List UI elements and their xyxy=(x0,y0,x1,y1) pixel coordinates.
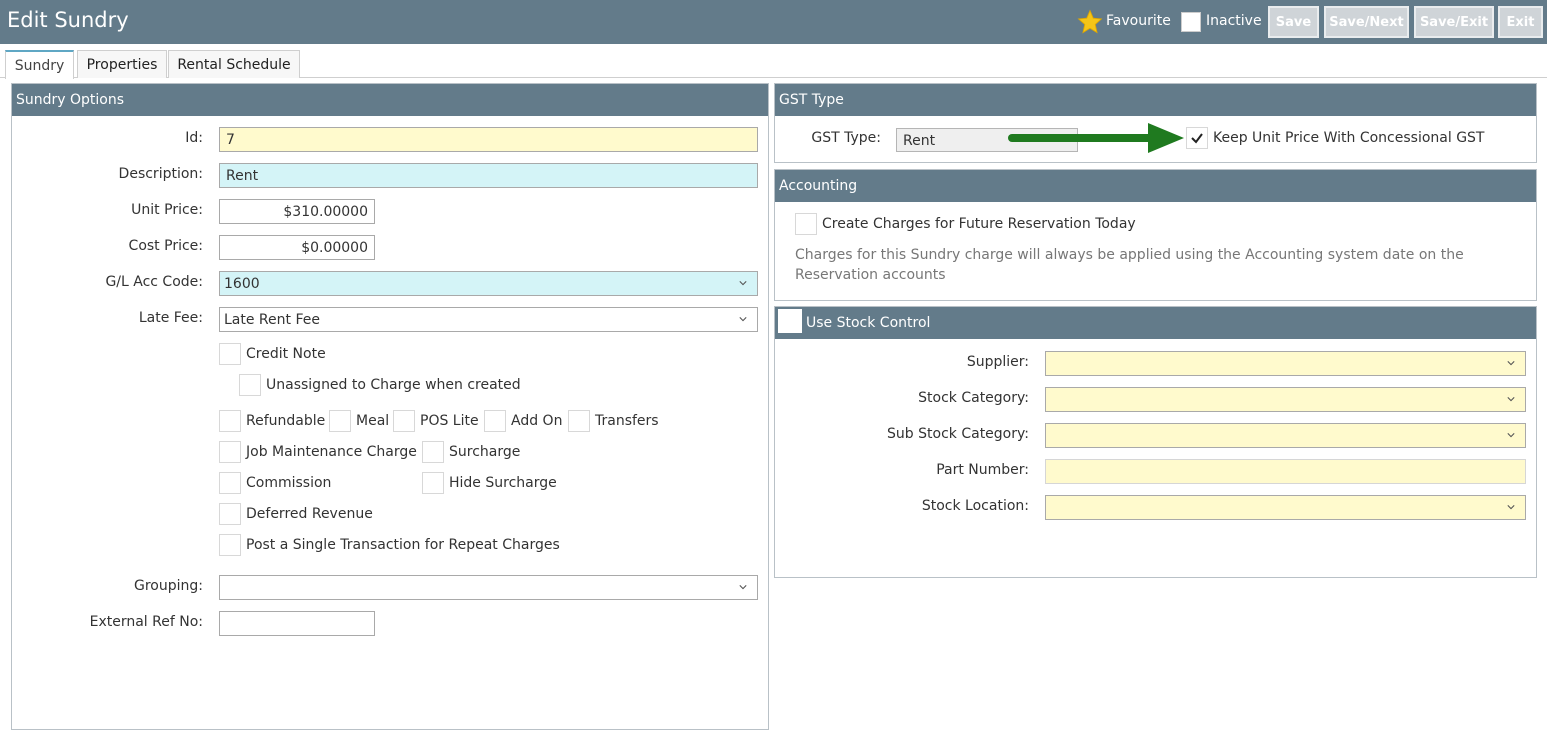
hide-surcharge-label: Hide Surcharge xyxy=(449,475,557,491)
chevron-down-icon xyxy=(1507,433,1515,438)
gst-type-heading: GST Type xyxy=(775,84,1536,116)
cost-price-field[interactable]: $0.00000 xyxy=(219,235,375,260)
keep-unit-price-label: Keep Unit Price With Concessional GST xyxy=(1213,130,1485,146)
late-fee-value: Late Rent Fee xyxy=(224,312,320,328)
deferred-revenue-label: Deferred Revenue xyxy=(246,506,373,522)
late-fee-label: Late Fee: xyxy=(138,310,203,326)
unit-price-field[interactable]: $310.00000 xyxy=(219,199,375,224)
refundable-checkbox[interactable] xyxy=(219,410,241,432)
page-title: Edit Sundry xyxy=(7,8,129,32)
post-single-checkbox[interactable] xyxy=(219,534,241,556)
late-fee-select[interactable]: Late Rent Fee xyxy=(219,307,758,332)
exit-button[interactable]: Exit xyxy=(1498,6,1543,38)
star-icon[interactable] xyxy=(1077,9,1103,35)
chevron-down-icon xyxy=(1507,361,1515,366)
external-ref-field[interactable] xyxy=(219,611,375,636)
check-icon xyxy=(1191,133,1203,144)
chevron-down-icon xyxy=(1507,505,1515,510)
part-number-label: Part Number: xyxy=(936,462,1029,478)
gst-type-label: GST Type: xyxy=(811,130,881,146)
stock-location-label: Stock Location: xyxy=(921,498,1029,514)
green-arrow-icon xyxy=(1008,123,1184,153)
unit-price-label: Unit Price: xyxy=(131,202,203,218)
job-maintenance-label: Job Maintenance Charge xyxy=(246,444,417,460)
add-on-label: Add On xyxy=(511,413,563,429)
save-button[interactable]: Save xyxy=(1268,6,1319,38)
add-on-checkbox[interactable] xyxy=(484,410,506,432)
sub-stock-category-label: Sub Stock Category: xyxy=(887,426,1029,442)
pos-lite-label: POS Lite xyxy=(420,413,479,429)
transfers-label: Transfers xyxy=(595,413,659,429)
unassigned-label: Unassigned to Charge when created xyxy=(266,377,521,393)
chevron-down-icon xyxy=(1507,397,1515,402)
tab-sundry[interactable]: Sundry xyxy=(5,50,74,79)
post-single-label: Post a Single Transaction for Repeat Cha… xyxy=(246,537,560,553)
part-number-field[interactable] xyxy=(1045,459,1526,484)
refundable-label: Refundable xyxy=(246,413,326,429)
id-label: Id: xyxy=(185,130,203,146)
unassigned-checkbox[interactable] xyxy=(239,374,261,396)
surcharge-label: Surcharge xyxy=(449,444,521,460)
stock-category-label: Stock Category: xyxy=(918,390,1029,406)
external-ref-label: External Ref No: xyxy=(89,614,203,630)
credit-note-label: Credit Note xyxy=(246,346,326,362)
id-field[interactable]: 7 xyxy=(219,127,758,152)
supplier-select[interactable] xyxy=(1045,351,1526,376)
keep-unit-price-checkbox[interactable] xyxy=(1186,127,1208,149)
gl-acc-code-select[interactable]: 1600 xyxy=(219,271,758,296)
commission-label: Commission xyxy=(246,475,332,491)
create-charges-checkbox[interactable] xyxy=(795,213,817,235)
favourite-label[interactable]: Favourite xyxy=(1106,13,1171,29)
stock-location-select[interactable] xyxy=(1045,495,1526,520)
transfers-checkbox[interactable] xyxy=(568,410,590,432)
chevron-down-icon xyxy=(739,585,747,590)
supplier-label: Supplier: xyxy=(966,354,1029,370)
use-stock-control-checkbox[interactable] xyxy=(778,309,802,333)
credit-note-checkbox[interactable] xyxy=(219,343,241,365)
create-charges-label: Create Charges for Future Reservation To… xyxy=(822,216,1136,232)
cost-price-label: Cost Price: xyxy=(128,238,203,254)
gl-acc-code-value: 1600 xyxy=(224,276,260,292)
sub-stock-category-select[interactable] xyxy=(1045,423,1526,448)
accounting-heading: Accounting xyxy=(775,170,1536,202)
pos-lite-checkbox[interactable] xyxy=(393,410,415,432)
commission-checkbox[interactable] xyxy=(219,472,241,494)
chevron-down-icon xyxy=(739,281,747,286)
description-label: Description: xyxy=(118,166,203,182)
meal-label: Meal xyxy=(356,413,390,429)
job-maintenance-checkbox[interactable] xyxy=(219,441,241,463)
tab-rental-schedule[interactable]: Rental Schedule xyxy=(168,50,300,78)
stock-category-select[interactable] xyxy=(1045,387,1526,412)
stock-control-heading: Use Stock Control xyxy=(775,307,1536,339)
chevron-down-icon xyxy=(739,317,747,322)
gl-acc-code-label: G/L Acc Code: xyxy=(105,274,203,290)
save-exit-button[interactable]: Save/Exit xyxy=(1414,6,1494,38)
meal-checkbox[interactable] xyxy=(329,410,351,432)
surcharge-checkbox[interactable] xyxy=(422,441,444,463)
description-field[interactable]: Rent xyxy=(219,163,758,188)
save-next-button[interactable]: Save/Next xyxy=(1324,6,1409,38)
grouping-label: Grouping: xyxy=(134,578,203,594)
tab-properties[interactable]: Properties xyxy=(77,50,167,78)
inactive-checkbox[interactable] xyxy=(1181,12,1201,32)
grouping-select[interactable] xyxy=(219,575,758,600)
sundry-options-heading: Sundry Options xyxy=(12,84,768,116)
inactive-label: Inactive xyxy=(1206,13,1262,29)
accounting-note-line1: Charges for this Sundry charge will alwa… xyxy=(795,247,1464,263)
title-bar: Edit Sundry Favourite Inactive Save Save… xyxy=(0,0,1547,44)
hide-surcharge-checkbox[interactable] xyxy=(422,472,444,494)
deferred-revenue-checkbox[interactable] xyxy=(219,503,241,525)
accounting-note-line2: Reservation accounts xyxy=(795,267,946,283)
